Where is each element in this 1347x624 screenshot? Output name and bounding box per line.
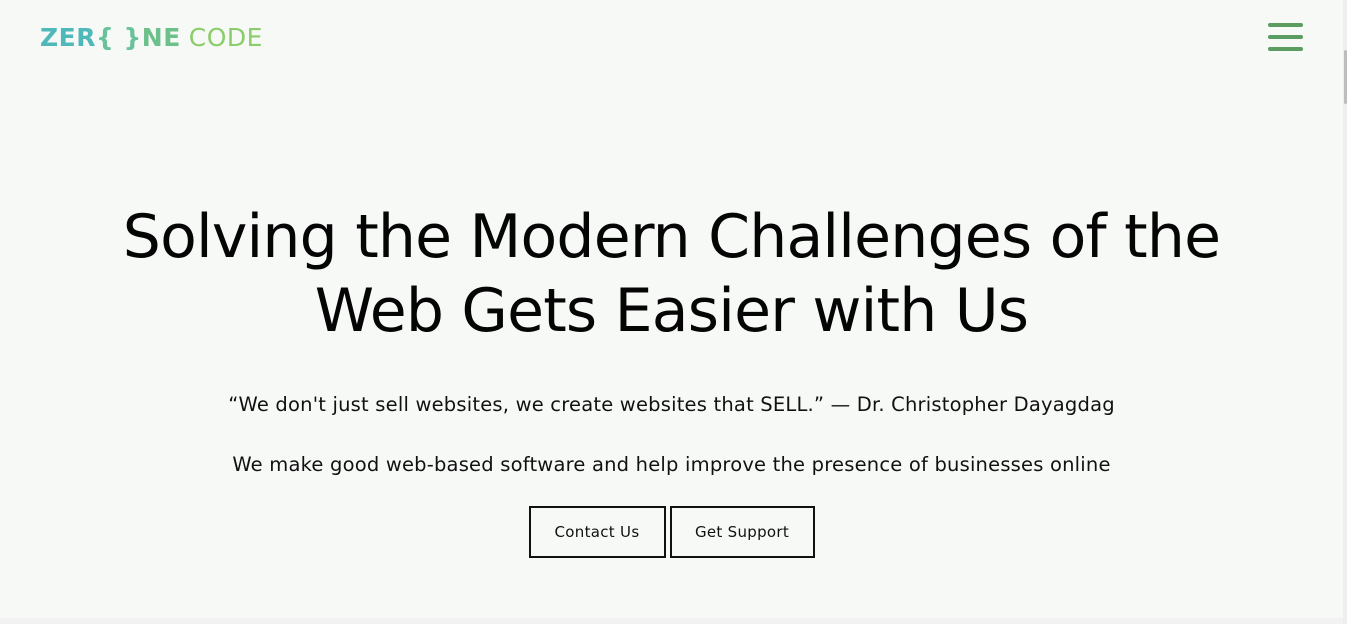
hero-actions: Contact Us Get Support (0, 506, 1343, 558)
page: ZER{ }NE CODE Solving the Modern Challeng… (0, 0, 1347, 624)
site-header: ZER{ }NE CODE (0, 0, 1343, 80)
hamburger-bar (1268, 47, 1303, 51)
hamburger-bar (1268, 35, 1303, 39)
logo-text-code: CODE (188, 23, 263, 52)
zeroone-code-logo[interactable]: ZER{ }NE CODE (40, 22, 263, 54)
hero-section: Solving the Modern Challenges of the Web… (0, 200, 1343, 558)
logo-braces: { } (95, 23, 142, 52)
page-scrollbar[interactable] (1343, 0, 1347, 624)
hero-quote: “We don't just sell websites, we create … (228, 393, 1115, 416)
logo-text-ne: NE (141, 23, 181, 52)
hero-title: Solving the Modern Challenges of the Web… (122, 202, 1221, 346)
section-divider (0, 618, 1343, 624)
contact-us-button[interactable]: Contact Us (528, 506, 666, 558)
hero-tagline: We make good web-based software and help… (232, 453, 1111, 476)
logo-text-zer: ZER (40, 23, 96, 52)
hamburger-bar (1268, 23, 1303, 27)
get-support-button[interactable]: Get Support (669, 506, 815, 558)
hamburger-menu-icon[interactable] (1268, 23, 1304, 53)
